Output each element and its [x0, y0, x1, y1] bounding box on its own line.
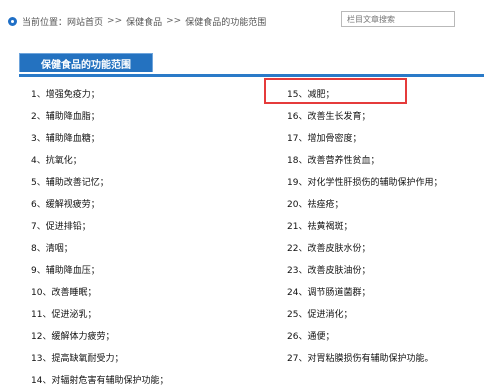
list-item: 9、辅助降血压；: [31, 266, 100, 276]
breadcrumb-current: 保健食品的功能范围: [185, 17, 267, 28]
list-item: 7、促进排铅；: [31, 222, 91, 232]
list-item: 16、改善生长发育；: [287, 112, 371, 122]
list-item: 18、改善营养性贫血；: [287, 156, 380, 166]
list-item: 17、增加骨密度；: [287, 134, 362, 144]
section-title-tab: 保健食品的功能范围: [19, 53, 153, 72]
search-input[interactable]: [341, 11, 455, 27]
section-header: 保健食品的功能范围: [19, 51, 484, 77]
list-item: 22、改善皮肤水份；: [287, 244, 371, 254]
list-item: 26、通便；: [287, 332, 335, 342]
list-item: 27、对胃粘膜损伤有辅助保护功能。: [287, 354, 434, 364]
breadcrumb: 当前位置： 网站首页 >> 保健食品 >> 保健食品的功能范围: [8, 12, 266, 30]
breadcrumb-separator: >>: [166, 16, 182, 26]
list-item: 14、对辐射危害有辅助保护功能；: [31, 376, 169, 386]
list-item: 21、祛黄褐斑；: [287, 222, 353, 232]
list-item: 25、促进消化；: [287, 310, 353, 320]
list-item: 6、缓解视疲劳；: [31, 200, 100, 210]
breadcrumb-home-link[interactable]: 网站首页: [67, 15, 103, 28]
highlight-box: [264, 78, 407, 104]
breadcrumb-prefix: 当前位置：: [22, 17, 68, 28]
list-item: 3、辅助降血糖；: [31, 134, 100, 144]
breadcrumb-category-link[interactable]: 保健食品: [126, 15, 162, 28]
list-item: 23、改善皮肤油份；: [287, 266, 371, 276]
list-item: 24、调节肠道菌群；: [287, 288, 371, 298]
function-list-right: 15、减肥； 16、改善生长发育； 17、增加骨密度； 18、改善营养性贫血； …: [287, 84, 442, 370]
breadcrumb-separator: >>: [107, 16, 123, 26]
list-item: 4、抗氧化；: [31, 156, 82, 166]
function-list-left: 1、增强免疫力； 2、辅助降血脂； 3、辅助降血糖； 4、抗氧化； 5、辅助改善…: [31, 84, 168, 392]
list-item: 20、祛痤疮；: [287, 200, 344, 210]
list-item: 12、缓解体力疲劳；: [31, 332, 115, 342]
list-item: 13、提高缺氧耐受力；: [31, 354, 124, 364]
list-item: 1、增强免疫力；: [31, 90, 100, 100]
list-item: 8、清咽；: [31, 244, 73, 254]
list-item: 19、对化学性肝损伤的辅助保护作用；: [287, 178, 443, 188]
list-item: 10、改善睡眠；: [31, 288, 97, 298]
list-item: 11、促进泌乳；: [31, 310, 97, 320]
list-item: 2、辅助降血脂；: [31, 112, 100, 122]
list-item: 5、辅助改善记忆；: [31, 178, 109, 188]
location-icon: [8, 16, 17, 26]
